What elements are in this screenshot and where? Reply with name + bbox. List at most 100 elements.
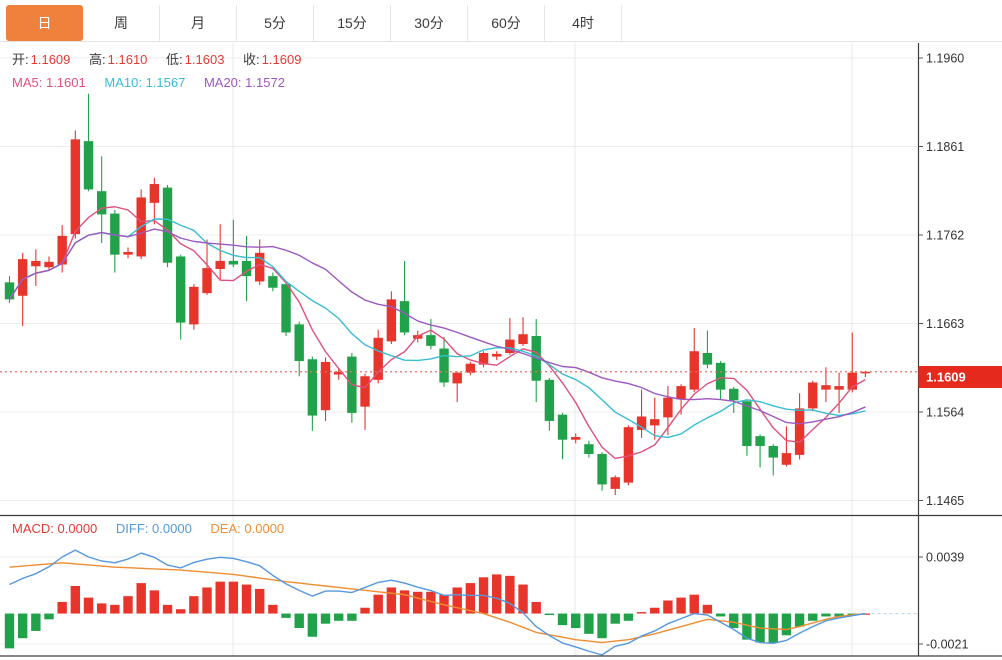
high-value: 1.1610 xyxy=(108,52,148,67)
candle-body xyxy=(558,415,567,440)
candle-body xyxy=(755,436,764,446)
macd-bar xyxy=(545,614,554,615)
macd-bar xyxy=(150,590,159,613)
candle-body xyxy=(281,284,290,332)
candle-body xyxy=(663,398,672,418)
candle-body xyxy=(584,444,593,454)
ma20-pair: MA20: 1.1572 xyxy=(204,75,285,90)
ma5-label: MA5: xyxy=(12,75,42,90)
period-tab-4[interactable]: 5分 xyxy=(237,5,314,41)
close-value: 1.1609 xyxy=(262,52,302,67)
candle-body xyxy=(295,324,304,361)
candle-body xyxy=(71,139,80,234)
macd-bar xyxy=(308,614,317,637)
ma5-pair: MA5: 1.1601 xyxy=(12,75,86,90)
macd-bar xyxy=(650,608,659,614)
candle-body xyxy=(202,268,211,293)
low-value: 1.1603 xyxy=(185,52,225,67)
macd-bar xyxy=(5,614,14,649)
open-pair: 开:1.1609 xyxy=(12,52,70,67)
macd-bar xyxy=(110,605,119,614)
macd-bar xyxy=(97,603,106,613)
candle-body xyxy=(308,359,317,415)
macd-bar xyxy=(663,601,672,614)
candle-body xyxy=(716,363,725,390)
macd-bar xyxy=(584,614,593,634)
macd-bar xyxy=(242,585,251,614)
macd-bar xyxy=(729,614,738,629)
price-axis-label: 1.1564 xyxy=(926,406,964,420)
macd-bar xyxy=(360,608,369,614)
macd-bar xyxy=(189,596,198,613)
dea-pair: DEA: 0.0000 xyxy=(210,521,284,536)
macd-bar xyxy=(123,596,132,613)
candle-body xyxy=(400,301,409,332)
candle-body xyxy=(374,338,383,380)
ma20-label: MA20: xyxy=(204,75,242,90)
macd-bar xyxy=(387,587,396,613)
candle-body xyxy=(545,380,554,421)
candle-body xyxy=(57,236,66,265)
candlestick-series xyxy=(5,94,870,495)
candle-body xyxy=(518,334,527,344)
candle-body xyxy=(123,252,132,255)
macd-axis-label: -0.0021 xyxy=(926,638,968,652)
period-tab-2[interactable]: 周 xyxy=(83,5,160,41)
macd-bar xyxy=(808,614,817,621)
kline-chart-canvas[interactable]: 1.19601.18611.17621.16631.15641.14650.00… xyxy=(0,42,1002,660)
period-tab-5[interactable]: 15分 xyxy=(314,5,391,41)
candle-body xyxy=(44,262,53,267)
period-tab-8[interactable]: 4时 xyxy=(545,5,622,41)
candle-body xyxy=(439,349,448,383)
macd-bar xyxy=(321,614,330,624)
candle-body xyxy=(808,383,817,409)
candle-body xyxy=(453,373,462,384)
macd-bar xyxy=(347,614,356,621)
period-tab-3[interactable]: 月 xyxy=(160,5,237,41)
macd-bar xyxy=(163,605,172,614)
candle-body xyxy=(611,477,620,489)
candle-body xyxy=(676,386,685,399)
close-label: 收: xyxy=(243,52,260,67)
dea-label: DEA: xyxy=(210,521,240,536)
period-tab-6[interactable]: 30分 xyxy=(391,5,468,41)
ma10-pair: MA10: 1.1567 xyxy=(104,75,185,90)
candle-body xyxy=(769,446,778,458)
candle-body xyxy=(321,362,330,410)
period-tab-1[interactable]: 日 xyxy=(6,5,83,41)
candle-body xyxy=(597,454,606,484)
macd-bar xyxy=(676,598,685,614)
macd-bar xyxy=(202,587,211,613)
macd-bar xyxy=(71,586,80,614)
candle-body xyxy=(5,282,14,299)
macd-legend: MACD: 0.0000 DIFF: 0.0000 DEA: 0.0000 xyxy=(12,521,299,537)
macd-bar xyxy=(268,605,277,614)
open-label: 开: xyxy=(12,52,29,67)
candle-body xyxy=(229,261,238,265)
candle-body xyxy=(426,335,435,346)
macd-bar xyxy=(690,595,699,614)
macd-bar xyxy=(466,583,475,613)
macd-bar xyxy=(413,592,422,614)
candle-body xyxy=(742,401,751,446)
candle-body xyxy=(795,408,804,454)
macd-bar xyxy=(624,614,633,621)
diff-label: DIFF: xyxy=(116,521,149,536)
macd-bar xyxy=(176,609,185,613)
macd-bar xyxy=(334,614,343,621)
candle-body xyxy=(703,353,712,365)
macd-bar xyxy=(229,582,238,614)
macd-bar xyxy=(44,614,53,620)
chart-area: 1.19601.18611.17621.16631.15641.14650.00… xyxy=(0,42,1002,660)
macd-bar xyxy=(57,602,66,614)
macd-bar xyxy=(532,602,541,614)
macd-pair: MACD: 0.0000 xyxy=(12,521,97,536)
diff-pair: DIFF: 0.0000 xyxy=(116,521,192,536)
macd-bar xyxy=(281,614,290,618)
candle-body xyxy=(189,287,198,325)
macd-bar xyxy=(821,614,830,617)
macd-histogram xyxy=(5,574,870,648)
period-tab-7[interactable]: 60分 xyxy=(468,5,545,41)
macd-bar xyxy=(716,614,725,617)
price-axis-label: 1.1465 xyxy=(926,494,964,508)
